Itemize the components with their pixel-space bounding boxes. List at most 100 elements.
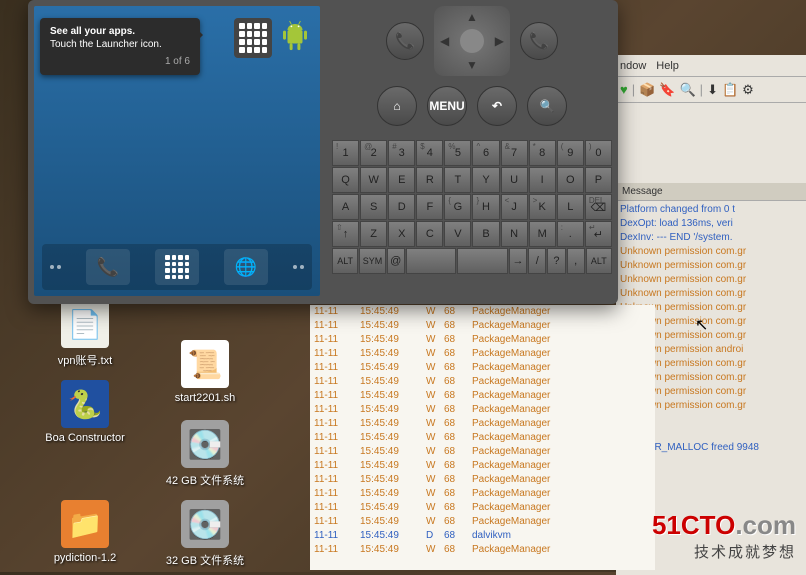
key-Z[interactable]: Z <box>360 221 387 247</box>
key-A[interactable]: A <box>332 194 359 220</box>
key-V[interactable]: V <box>444 221 471 247</box>
key-D[interactable]: D <box>388 194 415 220</box>
logcat-row[interactable]: 11-1115:45:49W68PackageManager <box>310 501 655 515</box>
key-⌫[interactable]: ⌫DEL <box>585 194 612 220</box>
logcat-row[interactable]: 11-1115:45:49W68PackageManager <box>310 445 655 459</box>
dpad[interactable]: ▲ ▼ ◀ ▶ <box>434 6 510 76</box>
key-0[interactable]: 0) <box>585 140 612 166</box>
desktop-icon-start-script[interactable]: 📜 start2201.sh <box>160 340 250 404</box>
toolbar-icon[interactable]: ♥ <box>620 82 628 97</box>
logcat-row[interactable]: 11-1115:45:49D68dalvikvm <box>310 529 655 543</box>
log-message[interactable]: Unknown permission com.gr <box>620 245 802 259</box>
key-X[interactable]: X <box>388 221 415 247</box>
dpad-left[interactable]: ◀ <box>440 34 449 48</box>
menu-help[interactable]: Help <box>656 60 679 72</box>
key-O[interactable]: O <box>557 167 584 193</box>
toolbar-icon[interactable]: 🔖 <box>659 82 675 98</box>
key-K[interactable]: K> <box>529 194 556 220</box>
key-,[interactable]: , <box>567 248 585 274</box>
logcat-row[interactable]: 11-1115:45:49W68PackageManager <box>310 319 655 333</box>
logcat-row[interactable]: 11-1115:45:49W68PackageManager <box>310 305 655 319</box>
logcat-row[interactable]: 11-1115:45:49W68PackageManager <box>310 515 655 529</box>
key-space[interactable] <box>457 248 508 274</box>
toolbar-icon[interactable]: 📋 <box>722 82 738 98</box>
key-3[interactable]: 3# <box>388 140 415 166</box>
key-5[interactable]: 5% <box>444 140 471 166</box>
key-1[interactable]: 1! <box>332 140 359 166</box>
key-Y[interactable]: Y <box>472 167 499 193</box>
key-↑[interactable]: ↑⇧ <box>332 221 359 247</box>
dpad-down[interactable]: ▼ <box>466 58 478 72</box>
toolbar-icon[interactable]: ⚙ <box>742 82 754 98</box>
key-N[interactable]: N <box>501 221 528 247</box>
log-message[interactable]: DexOpt: load 136ms, veri <box>620 217 802 231</box>
call-button[interactable]: 📞 <box>386 22 424 60</box>
key-→[interactable]: → <box>509 248 527 274</box>
key-E[interactable]: E <box>388 167 415 193</box>
dock-launcher-button[interactable] <box>155 249 199 285</box>
desktop-icon-pydiction[interactable]: 📁 pydiction-1.2 <box>40 500 130 564</box>
launcher-grid-icon[interactable] <box>234 18 272 58</box>
home-button[interactable]: ⌂ <box>377 86 417 126</box>
desktop-icon-vpn[interactable]: 📄 vpn账号.txt <box>40 300 130 368</box>
key-ALT[interactable]: ALT <box>332 248 358 274</box>
log-message[interactable]: Unknown permission com.gr <box>620 273 802 287</box>
key-P[interactable]: P <box>585 167 612 193</box>
key-7[interactable]: 7& <box>501 140 528 166</box>
key-space[interactable] <box>406 248 457 274</box>
key-6[interactable]: 6^ <box>472 140 499 166</box>
emulator-screen[interactable]: See all your apps. Touch the Launcher ic… <box>34 6 320 296</box>
key-H[interactable]: H} <box>472 194 499 220</box>
key-R[interactable]: R <box>416 167 443 193</box>
dock-phone-button[interactable]: 📞 <box>86 249 130 285</box>
key-T[interactable]: T <box>444 167 471 193</box>
key-9[interactable]: 9( <box>557 140 584 166</box>
log-message[interactable]: Unknown permission com.gr <box>620 287 802 301</box>
logcat-row[interactable]: 11-1115:45:49W68PackageManager <box>310 361 655 375</box>
desktop-icon-boa[interactable]: 🐍 Boa Constructor <box>40 380 130 444</box>
key-W[interactable]: W <box>360 167 387 193</box>
key-8[interactable]: 8* <box>529 140 556 166</box>
logcat-row[interactable]: 11-1115:45:49W68PackageManager <box>310 431 655 445</box>
key-U[interactable]: U <box>501 167 528 193</box>
key-?[interactable]: ? <box>547 248 565 274</box>
key-M[interactable]: M <box>529 221 556 247</box>
logcat-row[interactable]: 11-1115:45:49W68PackageManager <box>310 543 655 557</box>
toolbar-icon[interactable]: ⬇ <box>707 82 718 98</box>
logcat-row[interactable]: 11-1115:45:49W68PackageManager <box>310 347 655 361</box>
logcat-row[interactable]: 11-1115:45:49W68PackageManager <box>310 403 655 417</box>
log-message[interactable]: DexInv: --- END '/system. <box>620 231 802 245</box>
logcat-row[interactable]: 11-1115:45:49W68PackageManager <box>310 487 655 501</box>
log-message[interactable]: Platform changed from 0 t <box>620 203 802 217</box>
key-L[interactable]: L <box>557 194 584 220</box>
key-↵[interactable]: ↵↵ <box>585 221 612 247</box>
key-ALT[interactable]: ALT <box>586 248 612 274</box>
logcat-row[interactable]: 11-1115:45:49W68PackageManager <box>310 375 655 389</box>
log-message[interactable]: Unknown permission com.gr <box>620 259 802 273</box>
back-button[interactable]: ↶ <box>477 86 517 126</box>
desktop-icon-disk-42gb[interactable]: 💽 42 GB 文件系统 <box>160 420 250 488</box>
dpad-center[interactable] <box>460 29 484 53</box>
key-G[interactable]: G{ <box>444 194 471 220</box>
menu-window[interactable]: ndow <box>620 60 646 72</box>
key-J[interactable]: J< <box>501 194 528 220</box>
key-C[interactable]: C <box>416 221 443 247</box>
menu-button[interactable]: MENU <box>427 86 467 126</box>
key-B[interactable]: B <box>472 221 499 247</box>
toolbar-icon[interactable]: 📦 <box>639 82 655 98</box>
key-I[interactable]: I <box>529 167 556 193</box>
key-S[interactable]: S <box>360 194 387 220</box>
key-/[interactable]: / <box>528 248 546 274</box>
logcat-row[interactable]: 11-1115:45:49W68PackageManager <box>310 389 655 403</box>
logcat-row[interactable]: 11-1115:45:49W68PackageManager <box>310 333 655 347</box>
logcat-table[interactable]: 11-1115:45:49W68PackageManager11-1115:45… <box>310 305 655 570</box>
key-@[interactable]: @ <box>387 248 405 274</box>
key-4[interactable]: 4$ <box>416 140 443 166</box>
dock-browser-button[interactable]: 🌐 <box>224 249 268 285</box>
logcat-row[interactable]: 11-1115:45:49W68PackageManager <box>310 417 655 431</box>
dpad-right[interactable]: ▶ <box>495 34 504 48</box>
toolbar-icon[interactable]: 🔍 <box>679 82 695 98</box>
key-2[interactable]: 2@ <box>360 140 387 166</box>
key-.[interactable]: .: <box>557 221 584 247</box>
logcat-row[interactable]: 11-1115:45:49W68PackageManager <box>310 459 655 473</box>
